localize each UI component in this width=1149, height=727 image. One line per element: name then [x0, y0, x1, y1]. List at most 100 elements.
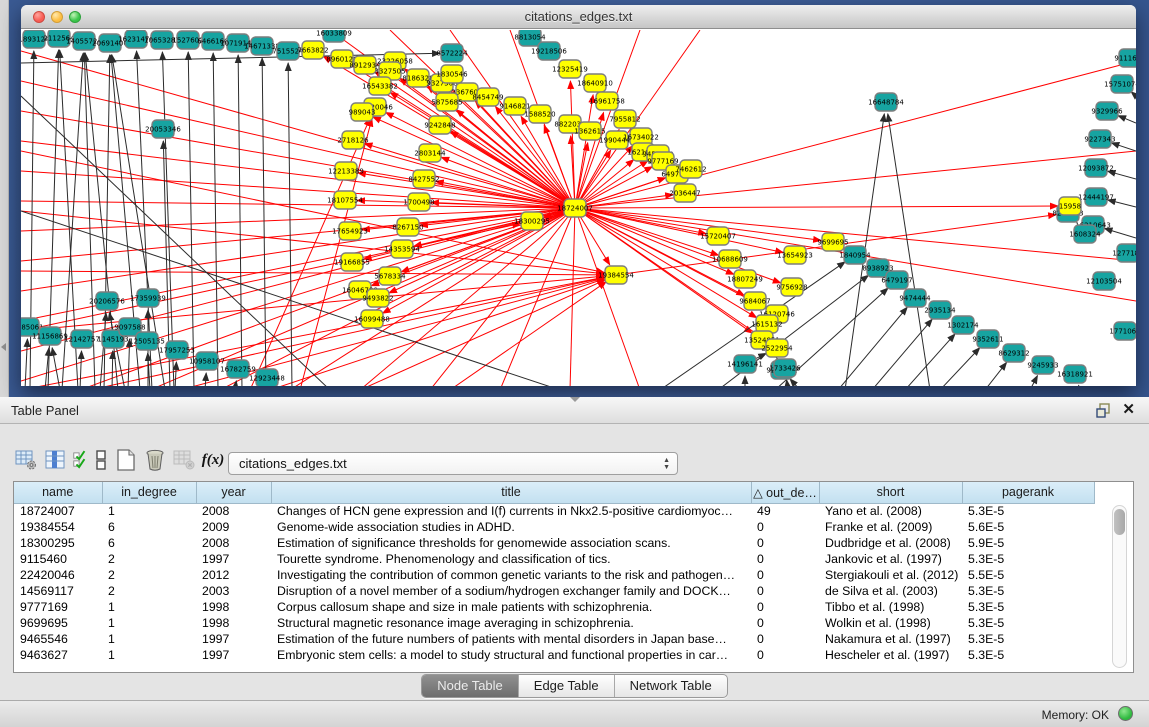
black-edge[interactable] [1030, 376, 1037, 386]
table-cell[interactable]: Stergiakouli et al. (2012) [819, 567, 962, 583]
table-cell[interactable]: Yano et al. (2008) [819, 503, 962, 519]
graph-node[interactable]: 1733426 [769, 359, 801, 377]
column-header-short[interactable]: short [819, 482, 962, 503]
table-cell[interactable]: 0 [751, 519, 819, 535]
graph-node[interactable]: 18640910 [577, 74, 613, 92]
graph-node[interactable]: 9474444 [899, 289, 931, 307]
graph-node[interactable]: 9699695 [817, 233, 848, 251]
table-cell[interactable]: Franke et al. (2009) [819, 519, 962, 535]
table-cell[interactable]: 5.3E-5 [962, 551, 1094, 567]
table-row[interactable]: 969969511998Structural magnetic resonanc… [14, 615, 1118, 631]
column-header-indegree[interactable]: in_degree [102, 482, 196, 503]
black-edge[interactable] [787, 380, 788, 386]
graph-node[interactable]: 9111674 [1114, 49, 1136, 67]
black-edge[interactable] [238, 55, 242, 386]
table-cell[interactable]: 18724007 [14, 503, 102, 519]
table-cell[interactable]: 1997 [196, 631, 271, 647]
table-cell[interactable]: de Silva et al. (2003) [819, 583, 962, 599]
graph-node[interactable]: 7955812 [609, 110, 640, 128]
window-titlebar[interactable]: citations_edges.txt [21, 5, 1136, 29]
graph-node[interactable]: 16648784 [868, 93, 904, 111]
float-panel-button[interactable] [1096, 403, 1111, 418]
close-panel-button[interactable]: ✕ [1122, 401, 1135, 419]
panel-drag-handle-icon[interactable] [570, 397, 580, 402]
column-header-pagerank[interactable]: pagerank [962, 482, 1094, 503]
table-cell[interactable]: 5.3E-5 [962, 647, 1094, 663]
black-edge[interactable] [872, 319, 932, 386]
table-cell[interactable]: 5.3E-5 [962, 615, 1094, 631]
table-cell[interactable]: Structural magnetic resonance image aver… [271, 615, 751, 631]
table-cell[interactable]: 6 [102, 535, 196, 551]
graph-node[interactable]: 16961758 [589, 92, 625, 110]
table-cell[interactable]: Investigating the contribution of common… [271, 567, 751, 583]
table-cell[interactable]: Jankovic et al. (1997) [819, 551, 962, 567]
black-edge[interactable] [940, 348, 980, 386]
graph-node[interactable]: 1588520 [524, 105, 555, 123]
table-row[interactable]: 1938455462009Genome-wide association stu… [14, 519, 1118, 535]
memory-indicator[interactable] [1118, 706, 1133, 721]
table-cell[interactable]: 19384554 [14, 519, 102, 535]
network-canvas[interactable]: 1893124211256414055724206914061623147610… [21, 30, 1136, 386]
table-cell[interactable]: 22420046 [14, 567, 102, 583]
table-cell[interactable]: Dudbridge et al. (2008) [819, 535, 962, 551]
table-cell[interactable]: Nakamura et al. (1997) [819, 631, 962, 647]
red-edge[interactable] [358, 173, 575, 208]
table-cell[interactable]: 5.9E-5 [962, 535, 1094, 551]
table-row[interactable]: 1830029562008Estimation of significance … [14, 535, 1118, 551]
graph-node[interactable]: 12103504 [1086, 272, 1122, 290]
black-edge[interactable] [1104, 228, 1136, 238]
table-scrollbar[interactable] [1112, 505, 1127, 668]
red-edge[interactable] [450, 282, 606, 386]
graph-node[interactable]: 2803144 [414, 144, 446, 162]
graph-node[interactable]: 989043 [349, 103, 376, 121]
toggle-panel-button[interactable] [93, 447, 109, 473]
table-cell[interactable]: Tibbo et al. (1998) [819, 599, 962, 615]
table-cell[interactable]: 5.6E-5 [962, 519, 1094, 535]
table-cell[interactable]: 2012 [196, 567, 271, 583]
table-row[interactable]: 911546021997Tourette syndrome. Phenomeno… [14, 551, 1118, 567]
graph-node[interactable]: 7663822 [297, 41, 328, 59]
graph-node[interactable]: 15751074 [1104, 75, 1136, 93]
graph-node[interactable]: 9329966 [1091, 102, 1123, 120]
red-edge[interactable] [373, 117, 575, 208]
table-cell[interactable]: 49 [751, 503, 819, 519]
graph-node[interactable]: 20206576 [89, 292, 125, 310]
table-row[interactable]: 1872400712008Changes of HCN gene express… [14, 503, 1118, 519]
graph-node[interactable]: 9756928 [776, 278, 807, 296]
graph-node[interactable]: 12213389 [328, 162, 364, 180]
red-edge[interactable] [21, 271, 604, 275]
table-cell[interactable]: 0 [751, 631, 819, 647]
table-cell[interactable]: 0 [751, 583, 819, 599]
black-edge[interactable] [838, 307, 907, 386]
table-cell[interactable]: 6 [102, 519, 196, 535]
graph-node[interactable]: 9242848 [424, 116, 455, 134]
black-edge[interactable] [188, 52, 194, 386]
red-edge[interactable] [364, 144, 575, 208]
table-cell[interactable]: Embryonic stem cells: a model to study s… [271, 647, 751, 663]
table-panel-header[interactable]: Table Panel ✕ [0, 397, 1149, 424]
column-header-year[interactable]: year [196, 482, 271, 503]
table-cell[interactable]: Genome-wide association studies in ADHD. [271, 519, 751, 535]
create-column-button[interactable] [114, 447, 138, 473]
tab-edge-table[interactable]: Edge Table [519, 675, 615, 697]
table-cell[interactable]: Tourette syndrome. Phenomenology and cla… [271, 551, 751, 567]
table-cell[interactable]: Hescheler et al. (1997) [819, 647, 962, 663]
table-cell[interactable]: 5.3E-5 [962, 631, 1094, 647]
graph-node[interactable]: 12093872 [1078, 159, 1114, 177]
table-cell[interactable]: Estimation of the future numbers of pati… [271, 631, 751, 647]
tab-network-table[interactable]: Network Table [615, 675, 727, 697]
graph-node[interactable]: 16033809 [316, 30, 352, 42]
table-cell[interactable]: 1 [102, 599, 196, 615]
table-row[interactable]: 946554611997Estimation of the future num… [14, 631, 1118, 647]
table-cell[interactable]: 9115460 [14, 551, 102, 567]
graph-node[interactable]: 17654923 [332, 222, 368, 240]
table-cell[interactable]: 2008 [196, 503, 271, 519]
graph-node[interactable]: 7462612 [675, 160, 706, 178]
black-edge[interactable] [52, 348, 60, 386]
black-edge[interactable] [128, 339, 130, 386]
table-row[interactable]: 2242004622012Investigating the contribut… [14, 567, 1118, 583]
graph-node[interactable]: 6479197 [881, 271, 912, 289]
table-row[interactable]: 1456911722003Disruption of a novel membe… [14, 583, 1118, 599]
table-mode-button[interactable] [14, 447, 38, 473]
graph-node[interactable]: 17359939 [130, 289, 166, 307]
